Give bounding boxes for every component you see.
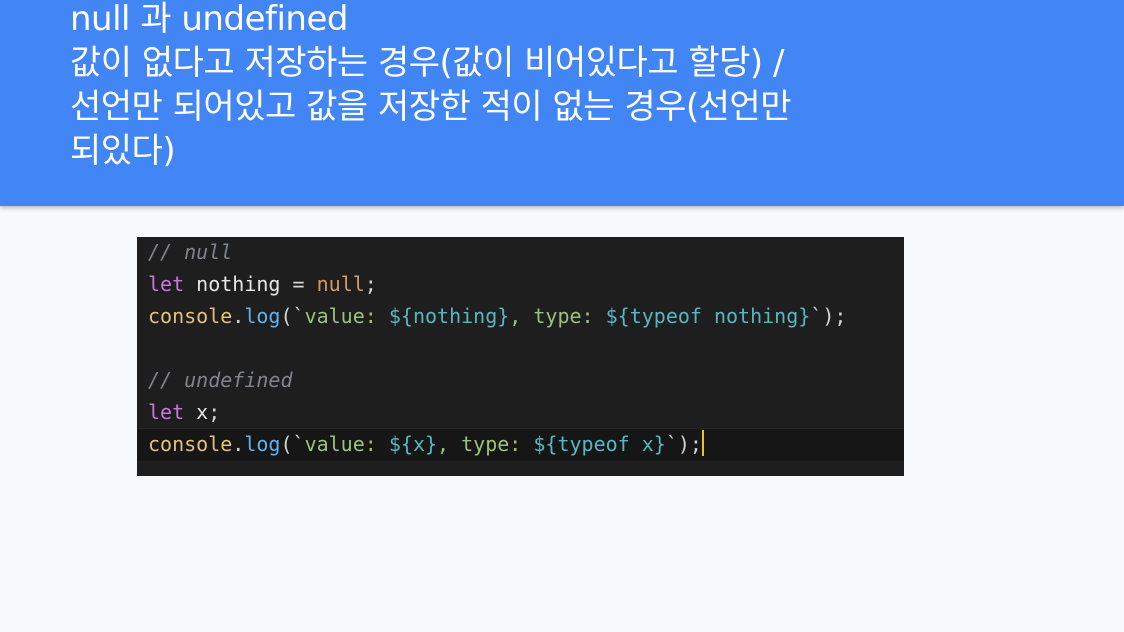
console-object: console xyxy=(148,304,233,328)
dot: . xyxy=(232,304,245,328)
semicolon: ; xyxy=(208,400,221,424)
null-literal: null xyxy=(316,272,365,296)
code-line-console-log-2: console.log(`value: ${x}, type: ${typeof… xyxy=(148,428,704,460)
template-expr: ${typeof nothing} xyxy=(605,304,811,328)
string-part: , type: xyxy=(437,432,534,456)
close-paren: `); xyxy=(810,304,847,328)
title-line-1: null 과 undefined xyxy=(70,0,348,39)
title-line-2: 값이 없다고 저장하는 경우(값이 비어있다고 할당) / xyxy=(70,43,784,83)
code-screenshot: // null let nothing = null; console.log(… xyxy=(137,237,904,476)
code-line-let-x: let x; xyxy=(148,396,220,428)
close-paren: `); xyxy=(665,432,702,456)
dot: . xyxy=(232,432,245,456)
string-part: value: xyxy=(304,304,389,328)
comment-slashes: // xyxy=(148,368,173,392)
comment-text: undefined xyxy=(184,368,293,392)
console-object: console xyxy=(148,432,233,456)
keyword: let xyxy=(148,400,185,424)
comment-text: null xyxy=(184,240,233,264)
code-line-let-nothing: let nothing = null; xyxy=(148,268,377,300)
title-line-4: 되있다) xyxy=(70,131,176,171)
template-expr: ${nothing} xyxy=(388,304,510,328)
open-paren: (` xyxy=(280,432,305,456)
slide-header: null 과 undefined 값이 없다고 저장하는 경우(값이 비어있다고… xyxy=(0,0,1124,206)
code-line-comment-undefined: // undefined xyxy=(148,364,293,396)
string-part: value: xyxy=(304,432,389,456)
text-cursor xyxy=(701,430,704,456)
open-paren: (` xyxy=(280,304,305,328)
template-expr: ${typeof x} xyxy=(533,432,666,456)
operator: = xyxy=(292,272,305,296)
keyword: let xyxy=(148,272,185,296)
comment-slashes: // xyxy=(148,240,173,264)
template-expr: ${x} xyxy=(388,432,438,456)
title-line-3: 선언만 되어있고 값을 저장한 적이 없는 경우(선언만 xyxy=(70,87,792,127)
code-line-console-log-1: console.log(`value: ${nothing}, type: ${… xyxy=(148,300,846,332)
identifier: nothing xyxy=(196,272,281,296)
slide-title: null 과 undefined 값이 없다고 저장하는 경우(값이 비어있다고… xyxy=(70,0,970,173)
semicolon: ; xyxy=(364,272,377,296)
log-method: log xyxy=(244,304,281,328)
string-part: , type: xyxy=(509,304,606,328)
code-line-comment-null: // null xyxy=(148,236,232,268)
identifier: x xyxy=(196,400,209,424)
log-method: log xyxy=(244,432,281,456)
